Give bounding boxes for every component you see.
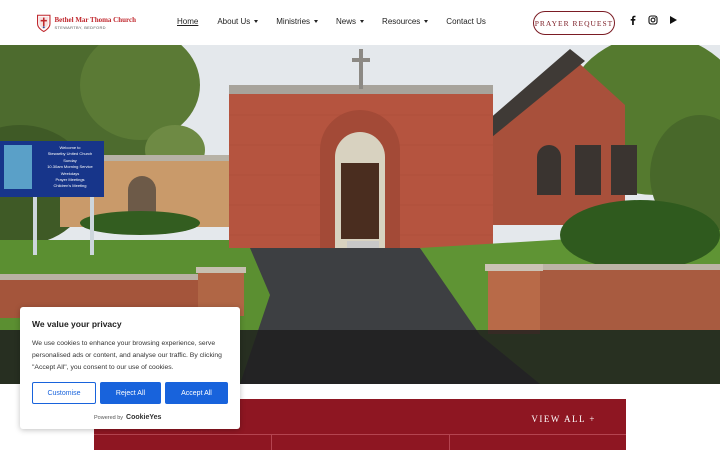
customise-button[interactable]: Customise — [32, 382, 96, 404]
nav-home-label: Home — [177, 17, 199, 26]
brand-title: Bethel Mar Thoma Church — [54, 15, 136, 24]
prayer-request-button[interactable]: PRAYER REQUEST — [533, 11, 615, 35]
facebook-icon[interactable] — [628, 15, 638, 25]
nav-news[interactable]: News — [336, 17, 365, 26]
powered-by: Powered by CookieYes — [94, 414, 161, 421]
church-emblem-icon — [37, 14, 51, 33]
nav-news-label: News — [336, 17, 357, 26]
site-logo[interactable]: Bethel Mar Thoma Church STEWARTBY, BEDFO… — [36, 10, 136, 36]
sign-line: Children's Meeting — [53, 183, 86, 188]
brand-subtitle: STEWARTBY, BEDFORD — [54, 24, 106, 30]
cookie-consent-banner: We value your privacy We use cookies to … — [20, 307, 240, 429]
cookie-title: We value your privacy — [32, 319, 122, 329]
sign-line: Sunday — [63, 158, 77, 163]
divider — [271, 434, 272, 450]
instagram-icon[interactable] — [648, 15, 658, 25]
sign-line: Prayer Meetings — [55, 177, 84, 182]
cookie-body: We use cookies to enhance your browsing … — [32, 340, 222, 371]
nav-about-us-label: About Us — [217, 17, 251, 26]
nav-contact-us-label: Contact Us — [446, 17, 486, 26]
chevron-down-icon — [424, 20, 429, 23]
nav-ministries[interactable]: Ministries — [276, 17, 319, 26]
sign-line: Weekdays — [61, 171, 80, 176]
social-links — [628, 15, 678, 25]
chevron-down-icon — [254, 20, 259, 23]
sign-line: 10.30am Morning Service — [47, 164, 93, 169]
sign-line: Welcome to — [59, 145, 81, 150]
nav-contact-us[interactable]: Contact Us — [446, 17, 486, 26]
cookieyes-logo[interactable]: CookieYes — [126, 414, 161, 421]
divider — [94, 434, 626, 435]
view-all-link[interactable]: VIEW ALL + — [531, 414, 596, 424]
nav-resources[interactable]: Resources — [382, 17, 429, 26]
page: Bethel Mar Thoma Church STEWARTBY, BEDFO… — [0, 0, 720, 450]
nav-home[interactable]: Home — [177, 17, 198, 26]
nav-about-us[interactable]: About Us — [217, 17, 259, 26]
cookie-actions: Customise Reject All Accept All — [32, 382, 228, 404]
chevron-down-icon — [314, 20, 319, 23]
sign-line: Stewartby United Church — [48, 151, 92, 156]
accept-all-button[interactable]: Accept All — [165, 382, 228, 404]
youtube-icon[interactable] — [668, 15, 678, 25]
divider — [449, 434, 450, 450]
powered-by-label: Powered by — [94, 414, 124, 421]
nav-ministries-label: Ministries — [276, 17, 311, 26]
reject-all-button[interactable]: Reject All — [100, 382, 161, 404]
main-nav: Home About Us Ministries News Resources … — [177, 17, 486, 26]
site-header: Bethel Mar Thoma Church STEWARTBY, BEDFO… — [0, 0, 720, 45]
chevron-down-icon — [360, 20, 365, 23]
nav-resources-label: Resources — [382, 17, 421, 26]
